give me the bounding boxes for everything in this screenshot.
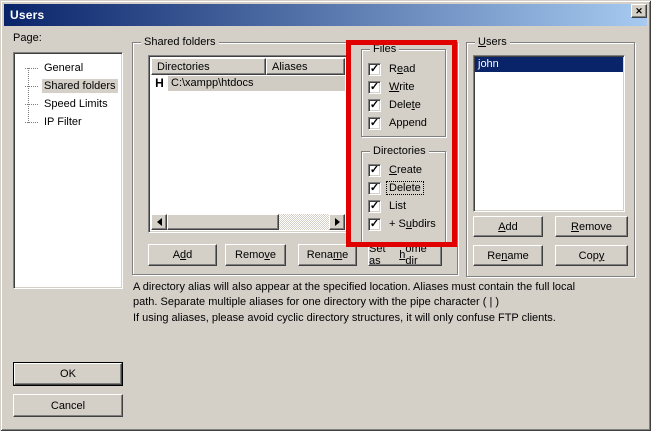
window-title: Users — [10, 8, 44, 22]
checkmark-icon: ✓ — [370, 201, 379, 212]
arrow-left-icon — [153, 218, 162, 226]
directory-path: C:\xampp\htdocs — [168, 76, 345, 91]
scroll-left-button[interactable] — [151, 214, 167, 230]
listview-header: Directories Aliases — [151, 58, 345, 75]
tree-item-ip-filter[interactable]: IP Filter — [16, 113, 122, 131]
ok-button-default-ring: OK — [13, 362, 123, 386]
column-header-directories[interactable]: Directories — [151, 58, 266, 75]
checkmark-icon: ✓ — [370, 82, 379, 93]
checkmark-icon: ✓ — [370, 118, 379, 129]
checkmark-icon: ✓ — [370, 165, 379, 176]
checkbox-box[interactable]: ✓ — [368, 63, 381, 76]
checkbox-box[interactable]: ✓ — [368, 182, 381, 195]
folder-add-button[interactable]: Add — [148, 244, 217, 266]
directories-group-title: Directories — [370, 145, 429, 157]
alias-note-line1: A directory alias will also appear at th… — [133, 281, 575, 293]
user-rename-button[interactable]: Rename — [473, 245, 543, 266]
directories-listview[interactable]: Directories Aliases H C:\xampp\htdocs — [148, 55, 348, 233]
files-group-title: Files — [370, 43, 399, 55]
checkbox-delete-directories[interactable]: ✓ Delete — [368, 181, 423, 195]
checkbox-write[interactable]: ✓ Write — [368, 80, 416, 94]
checkmark-icon: ✓ — [370, 64, 379, 75]
set-as-home-dir-button[interactable]: Set as home dir — [368, 244, 442, 266]
directory-row[interactable]: H C:\xampp\htdocs — [151, 75, 345, 91]
close-button[interactable]: ✕ — [631, 4, 647, 18]
checkmark-icon: ✓ — [370, 183, 379, 194]
page-label: Page: — [13, 32, 42, 44]
horizontal-scrollbar[interactable] — [151, 214, 345, 230]
checkbox-box[interactable]: ✓ — [368, 164, 381, 177]
checkbox-subdirs[interactable]: ✓ + Subdirs — [368, 217, 438, 231]
checkmark-icon: ✓ — [370, 219, 379, 230]
checkbox-box[interactable]: ✓ — [368, 218, 381, 231]
checkbox-box[interactable]: ✓ — [368, 200, 381, 213]
folder-remove-button[interactable]: Remove — [225, 244, 286, 266]
checkbox-create[interactable]: ✓ Create — [368, 163, 424, 177]
checkbox-box[interactable]: ✓ — [368, 117, 381, 130]
tree-item-shared-folders[interactable]: Shared folders — [16, 77, 122, 95]
shared-folders-group-title: Shared folders — [141, 36, 219, 48]
user-copy-button[interactable]: Copy — [555, 245, 628, 266]
checkbox-box[interactable]: ✓ — [368, 99, 381, 112]
close-icon: ✕ — [635, 7, 643, 16]
title-bar[interactable]: Users — [4, 4, 647, 26]
arrow-right-icon — [335, 218, 344, 226]
folder-rename-button[interactable]: Rename — [298, 244, 357, 266]
checkbox-box[interactable]: ✓ — [368, 81, 381, 94]
user-row-john[interactable]: john — [475, 57, 623, 72]
ok-button[interactable]: OK — [14, 363, 122, 385]
scroll-right-button[interactable] — [329, 214, 345, 230]
scrollbar-thumb[interactable] — [167, 214, 279, 230]
alias-note-line3: If using aliases, please avoid cyclic di… — [133, 312, 556, 324]
checkbox-list[interactable]: ✓ List — [368, 199, 408, 213]
alias-note-line2: path. Separate multiple aliases for one … — [133, 296, 499, 308]
home-flag: H — [151, 76, 168, 90]
tree-item-speed-limits[interactable]: Speed Limits — [16, 95, 122, 113]
tree-item-general[interactable]: General — [16, 59, 122, 77]
column-header-aliases[interactable]: Aliases — [266, 58, 345, 75]
checkbox-read[interactable]: ✓ Read — [368, 62, 417, 76]
user-add-button[interactable]: Add — [473, 216, 543, 237]
checkmark-icon: ✓ — [370, 100, 379, 111]
users-listbox[interactable]: john — [473, 55, 625, 212]
page-tree: General Shared folders Speed Limits IP F… — [13, 52, 123, 289]
users-dialog: Users ✕ Page: General Shared folders Spe… — [0, 0, 651, 431]
user-remove-button[interactable]: Remove — [555, 216, 628, 237]
checkbox-append[interactable]: ✓ Append — [368, 116, 429, 130]
users-group-title: Users — [475, 36, 510, 48]
cancel-button[interactable]: Cancel — [13, 394, 123, 417]
checkbox-delete-files[interactable]: ✓ Delete — [368, 98, 423, 112]
